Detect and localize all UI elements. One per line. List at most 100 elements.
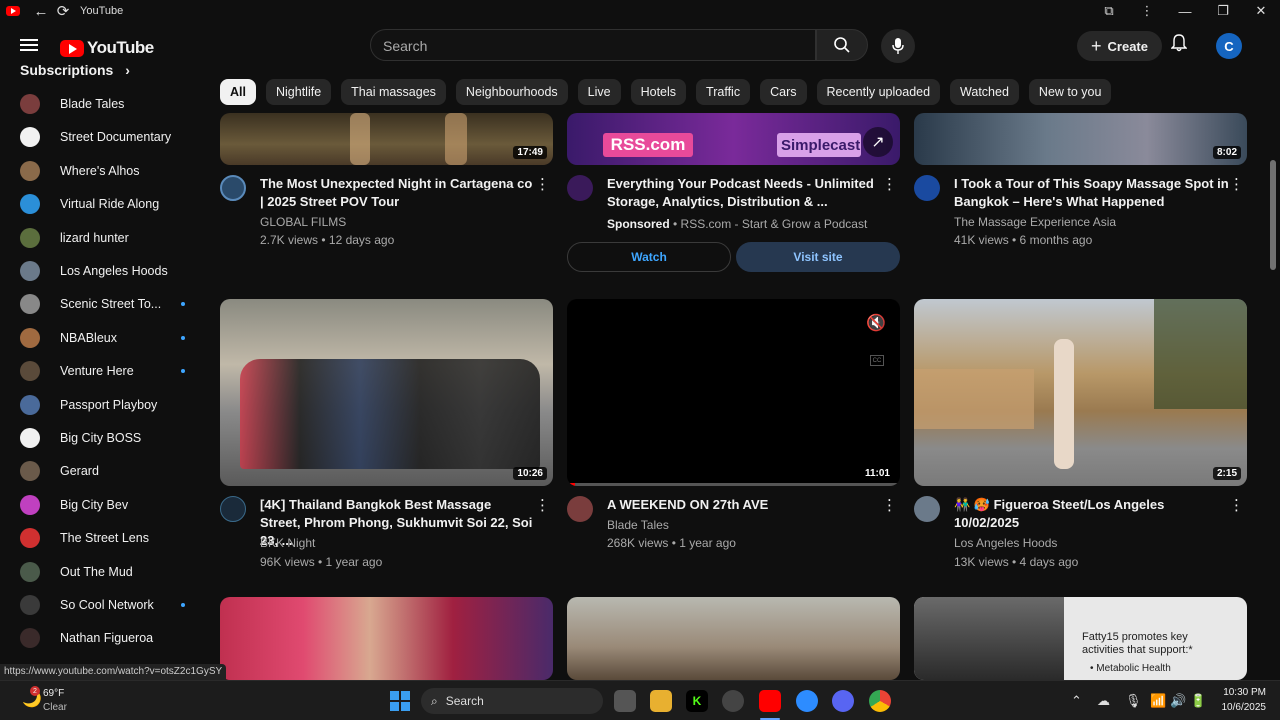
channel-name[interactable]: BKK Night [260, 536, 315, 550]
zoom-app-icon[interactable] [796, 690, 818, 712]
back-arrow-icon[interactable]: ← [30, 3, 52, 20]
more-options-icon[interactable]: ⋮ [1229, 175, 1244, 193]
sidebar-subscription-item[interactable]: Blade Tales [20, 92, 185, 116]
filter-chip[interactable]: Cars [760, 79, 807, 105]
muted-volume-icon[interactable]: 🔇 [866, 313, 886, 333]
clock-time[interactable]: 10:30 PM [1218, 687, 1266, 698]
advertiser-avatar[interactable] [567, 175, 593, 201]
sidebar-subscription-item[interactable]: So Cool Network [20, 593, 185, 617]
more-options-icon[interactable]: ⋮ [882, 175, 897, 193]
sidebar-subscription-item[interactable]: Scenic Street To... [20, 292, 185, 316]
filter-chip[interactable]: Recently uploaded [816, 79, 941, 105]
channel-avatar[interactable] [914, 175, 940, 201]
open-external-icon[interactable]: ↗ [863, 127, 893, 157]
channel-avatar[interactable] [914, 496, 940, 522]
filter-chip[interactable]: Thai massages [341, 79, 446, 105]
onedrive-cloud-icon[interactable]: ☁ [1097, 693, 1110, 709]
ad-thumbnail[interactable]: RSS.com Simplecast ↗ [567, 113, 900, 165]
sidebar-subscription-item[interactable]: Where's Alhos [20, 159, 185, 183]
video-thumbnail[interactable]: 8:02 [914, 113, 1247, 165]
more-options-icon[interactable]: ⋮ [535, 496, 550, 514]
taskbar-search[interactable]: ⌕ Search [421, 688, 603, 714]
task-view-icon[interactable] [614, 690, 636, 712]
sidebar-subscription-item[interactable]: Virtual Ride Along [20, 192, 185, 216]
sidebar-subscription-item[interactable]: Passport Playboy [20, 393, 185, 417]
video-title[interactable]: I Took a Tour of This Soapy Massage Spot… [954, 175, 1229, 211]
page-scrollbar[interactable] [1270, 160, 1276, 270]
windows-start-icon[interactable] [390, 691, 410, 711]
more-options-icon[interactable]: ⋮ [535, 175, 550, 193]
sidebar-subscription-item[interactable]: NBABleux [20, 326, 185, 350]
watch-button[interactable]: Watch [567, 242, 731, 272]
filter-chip[interactable]: Nightlife [265, 79, 332, 105]
filter-chip[interactable]: Traffic [696, 79, 751, 105]
preview-progress-bar[interactable] [567, 483, 900, 486]
channel-name[interactable]: The Massage Experience Asia [954, 215, 1116, 229]
sidebar-subscription-item[interactable]: The Street Lens [20, 526, 185, 550]
sidebar-subscription-item[interactable]: Street Documentary [20, 125, 185, 149]
channel-name[interactable]: Blade Tales [607, 518, 669, 532]
ad-thumbnail[interactable]: Fatty15 promotes key activities that sup… [914, 597, 1247, 680]
sidebar-subscription-item[interactable]: Out The Mud [20, 560, 185, 584]
maximize-button[interactable]: ❐ [1204, 3, 1242, 19]
menu-icon[interactable] [20, 39, 38, 51]
clock-date[interactable]: 10/6/2025 [1212, 702, 1267, 713]
chrome-app-icon[interactable] [869, 690, 891, 712]
video-thumbnail[interactable] [567, 597, 900, 680]
minimize-button[interactable]: — [1166, 4, 1204, 19]
sidebar-subscription-item[interactable]: Venture Here [20, 359, 185, 383]
visit-site-button[interactable]: Visit site [736, 242, 900, 272]
search-input[interactable]: Search [370, 29, 816, 61]
extensions-icon[interactable]: ⧉ [1090, 3, 1128, 19]
sidebar-subscription-item[interactable]: Big City Bev [20, 493, 185, 517]
video-title[interactable]: 👫 🥵 Figueroa Steet/Los Angeles 10/02/202… [954, 496, 1229, 532]
reload-icon[interactable]: ⟳ [52, 2, 74, 20]
account-avatar[interactable]: C [1216, 33, 1242, 59]
close-button[interactable]: ✕ [1242, 3, 1280, 19]
chrome-canary-icon[interactable] [722, 690, 744, 712]
sidebar-subscription-item[interactable]: Big City BOSS [20, 426, 185, 450]
sidebar-subscription-item[interactable]: Gerard [20, 459, 185, 483]
create-button[interactable]: + Create [1077, 31, 1162, 61]
file-explorer-icon[interactable] [650, 690, 672, 712]
channel-name[interactable]: GLOBAL FILMS [260, 215, 346, 229]
sidebar-subscription-item[interactable]: lizard hunter [20, 226, 185, 250]
search-button[interactable] [816, 29, 868, 61]
more-options-icon[interactable]: ⋮ [1229, 496, 1244, 514]
discord-app-icon[interactable] [832, 690, 854, 712]
more-options-icon[interactable]: ⋮ [882, 496, 897, 514]
captions-icon[interactable]: CC [870, 355, 884, 366]
filter-chip[interactable]: Hotels [630, 79, 687, 105]
filter-chip[interactable]: Live [577, 79, 621, 105]
filter-chip[interactable]: All [220, 79, 256, 105]
video-thumbnail[interactable]: 2:15 [914, 299, 1247, 486]
voice-search-button[interactable] [881, 29, 915, 63]
battery-icon[interactable]: 🔋 [1190, 693, 1206, 709]
ad-title[interactable]: Everything Your Podcast Needs - Unlimite… [607, 175, 882, 211]
channel-avatar[interactable] [567, 496, 593, 522]
filter-chip[interactable]: Watched [950, 79, 1019, 105]
channel-avatar[interactable] [220, 175, 246, 201]
kick-app-icon[interactable]: K [686, 690, 708, 712]
tray-overflow-chevron-icon[interactable]: ⌃ [1071, 693, 1082, 709]
microphone-tray-icon[interactable]: 🎙 [1125, 693, 1142, 709]
volume-icon[interactable]: 🔊 [1170, 693, 1186, 709]
video-title[interactable]: A WEEKEND ON 27th AVE [607, 496, 882, 514]
youtube-app-icon[interactable] [759, 690, 781, 712]
notifications-bell-icon[interactable] [1170, 34, 1188, 57]
video-thumbnail[interactable]: 17:49 [220, 113, 553, 165]
subscriptions-heading[interactable]: Subscriptions › [20, 62, 130, 78]
more-vert-icon[interactable]: ⋮ [1128, 3, 1166, 19]
sidebar-subscription-item[interactable]: Los Angeles Hoods [20, 259, 185, 283]
video-title[interactable]: The Most Unexpected Night in Cartagena c… [260, 175, 535, 211]
channel-avatar[interactable] [220, 496, 246, 522]
video-thumbnail[interactable] [220, 597, 553, 680]
youtube-logo[interactable]: YouTube [60, 38, 154, 58]
video-thumbnail[interactable]: 10:26 [220, 299, 553, 486]
filter-chip[interactable]: Neighbourhoods [455, 79, 568, 105]
wifi-icon[interactable]: 📶 [1150, 693, 1166, 709]
channel-name[interactable]: Los Angeles Hoods [954, 536, 1057, 550]
sidebar-subscription-item[interactable]: Nathan Figueroa [20, 626, 185, 650]
video-preview-player[interactable]: 🔇 CC 11:01 [567, 299, 900, 486]
filter-chip[interactable]: New to you [1028, 79, 1112, 105]
